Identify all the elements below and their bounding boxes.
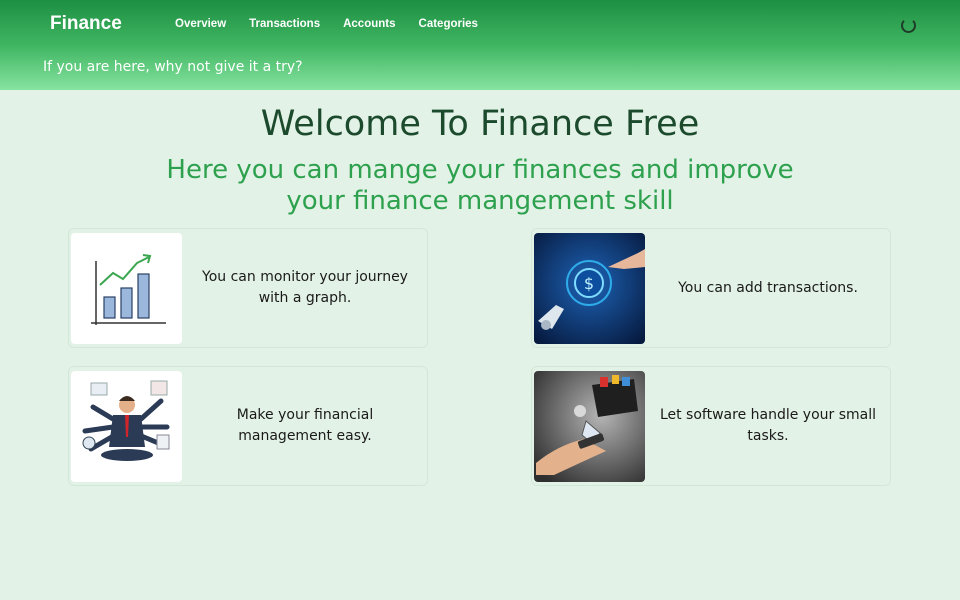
loading-spinner-icon: [901, 18, 916, 33]
feature-card-graph: You can monitor your journey with a grap…: [68, 228, 428, 348]
header-tagline: If you are here, why not give it a try?: [43, 59, 303, 75]
feature-card-transactions: $ You can add transactions.: [531, 228, 891, 348]
nav-link-categories[interactable]: Categories: [419, 18, 478, 30]
svg-text:$: $: [584, 274, 594, 293]
nav-link-overview[interactable]: Overview: [175, 18, 226, 30]
page-subtitle: Here you can mange your finances and imp…: [166, 155, 794, 216]
brand-logo-text[interactable]: Finance: [50, 13, 122, 35]
main-nav: Overview Transactions Accounts Categorie…: [175, 18, 501, 30]
bar-chart-illustration-icon: [71, 233, 182, 344]
phone-wallet-illustration-icon: [534, 371, 645, 482]
nav-link-transactions[interactable]: Transactions: [249, 18, 320, 30]
feature-card-management: Make your financial management easy.: [68, 366, 428, 486]
feature-card-text: You can add transactions.: [678, 279, 858, 296]
feature-card-text: Make your financial management easy.: [236, 407, 374, 444]
top-navbar: Finance Overview Transactions Accounts C…: [0, 0, 960, 90]
nav-link-accounts[interactable]: Accounts: [343, 18, 395, 30]
feature-card-text: Let software handle your small tasks.: [659, 407, 877, 444]
feature-card-software: Let software handle your small tasks.: [531, 366, 891, 486]
multitasking-businessman-illustration-icon: [71, 371, 182, 482]
page-title: Welcome To Finance Free: [260, 104, 700, 144]
digital-dollar-illustration-icon: $: [534, 233, 645, 344]
feature-card-text: You can monitor your journey with a grap…: [202, 269, 408, 306]
